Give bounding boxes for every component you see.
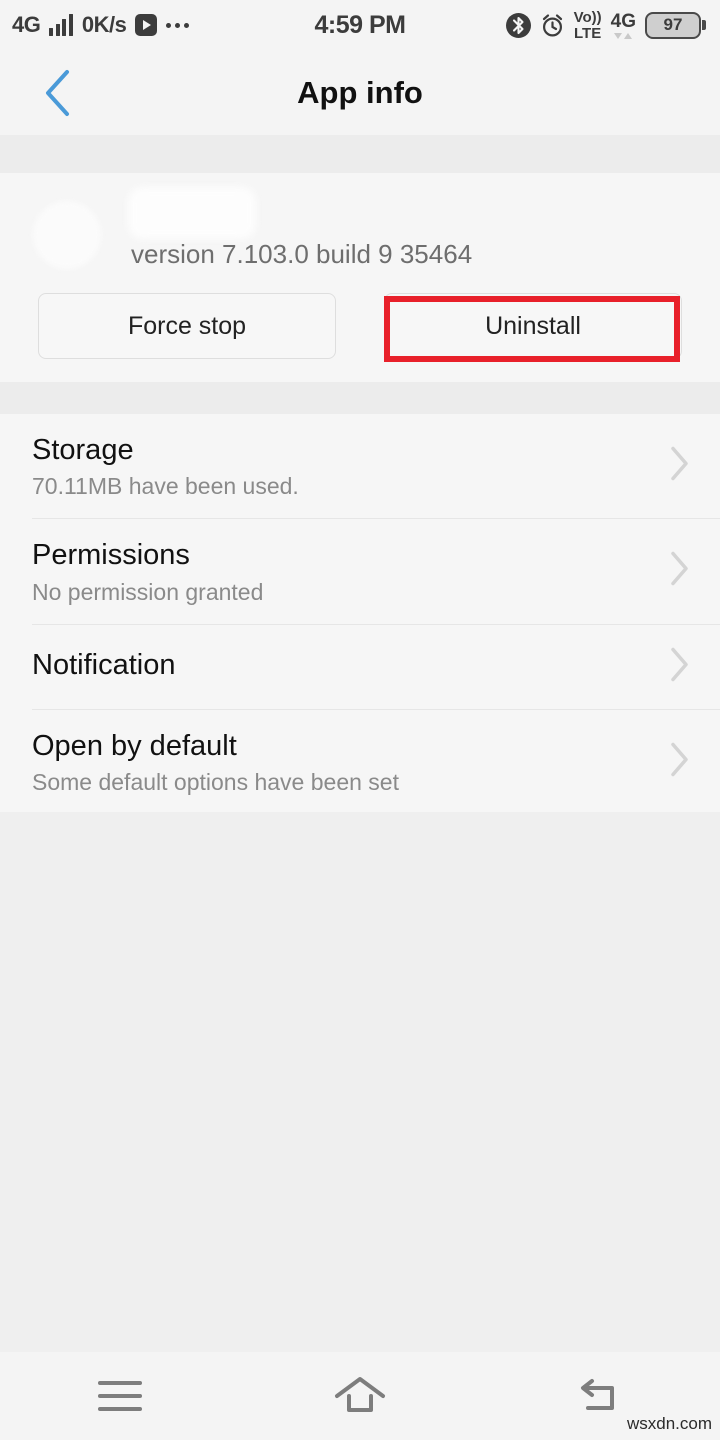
list-item-storage[interactable]: Storage 70.11MB have been used. <box>0 414 720 518</box>
app-bar: App info <box>0 50 720 135</box>
home-icon <box>335 1377 385 1412</box>
app-name-redacted <box>128 187 256 239</box>
list-item-subtitle: No permission granted <box>32 578 264 605</box>
list-item-subtitle: Some default options have been set <box>32 769 399 796</box>
page-title: App info <box>297 74 423 110</box>
list-item-open-by-default[interactable]: Open by default Some default options hav… <box>0 710 720 814</box>
list-item-subtitle: 70.11MB have been used. <box>32 473 299 500</box>
uninstall-button[interactable]: Uninstall <box>384 293 682 359</box>
volte-line2: LTE <box>574 24 602 42</box>
app-icon <box>33 201 101 269</box>
settings-list: Storage 70.11MB have been used. Permissi… <box>0 414 720 812</box>
menu-icon <box>98 1381 142 1411</box>
data-arrows-icon <box>614 32 633 39</box>
list-item-title: Open by default <box>32 729 237 762</box>
chevron-left-icon <box>46 69 69 116</box>
status-bar: 4G 0K/s 4:59 PM Vo)) LTE 4G 97 <box>0 0 720 50</box>
list-item-title: Storage <box>32 434 134 466</box>
home-button[interactable] <box>300 1352 420 1440</box>
force-stop-button[interactable]: Force stop <box>38 293 336 359</box>
empty-content-area <box>0 812 720 1352</box>
clock-label: 4:59 PM <box>314 10 406 39</box>
action-buttons-row: Force stop Uninstall <box>0 293 720 359</box>
navigation-bar <box>0 1352 720 1440</box>
chevron-right-icon <box>666 549 692 594</box>
list-item-permissions[interactable]: Permissions No permission granted <box>0 519 720 623</box>
back-arrow-icon <box>581 1379 614 1410</box>
app-version-label: version 7.103.0 build 9 35464 <box>131 239 473 269</box>
menu-button[interactable] <box>60 1352 180 1440</box>
network-right-label: 4G <box>610 10 636 32</box>
chevron-right-icon <box>666 739 692 784</box>
volte-line1: Vo)) <box>573 8 602 26</box>
list-item-title: Permissions <box>32 539 190 572</box>
chevron-right-icon <box>666 444 692 489</box>
chevron-right-icon <box>666 644 692 689</box>
battery-level-label: 97 <box>663 15 683 34</box>
list-item-title: Notification <box>32 648 176 681</box>
alarm-clock-icon <box>540 13 565 38</box>
battery-nub <box>702 20 706 30</box>
back-button[interactable] <box>28 50 88 135</box>
phone-screen: 4G 0K/s 4:59 PM Vo)) LTE 4G 97 App info … <box>0 0 720 1440</box>
section-gap-top <box>0 135 720 173</box>
network-right-indicator: 4G <box>611 12 636 39</box>
site-watermark: wsxdn.com <box>626 1414 712 1433</box>
list-item-notification[interactable]: Notification <box>0 625 720 709</box>
app-summary-section: version 7.103.0 build 9 35464 Force stop… <box>0 173 720 382</box>
bluetooth-icon <box>505 12 531 38</box>
status-bar-right: Vo)) LTE 4G 97 <box>505 0 706 50</box>
section-gap-middle <box>0 382 720 414</box>
battery-indicator: 97 <box>645 11 706 39</box>
volte-indicator: Vo)) LTE <box>574 10 602 41</box>
